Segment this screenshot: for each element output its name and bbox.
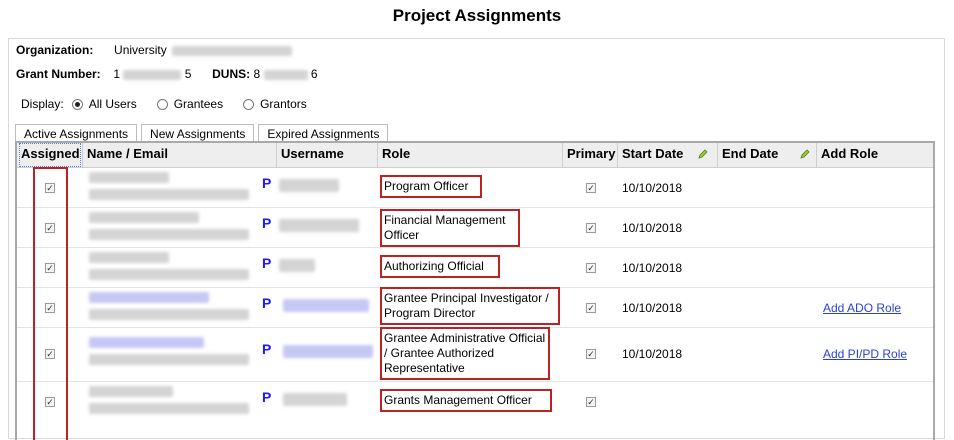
redacted-duns [263, 69, 308, 80]
header-end-date-label: End Date [722, 146, 779, 161]
grant-row: Grant Number: 1 5 DUNS: 8 6 [16, 67, 318, 81]
radio-all-users-label: All Users [88, 97, 137, 111]
header-name-email[interactable]: Name / Email [83, 143, 277, 167]
assignments-table: Assigned Name / Email Username Role Prim… [15, 141, 935, 440]
role-cell: Program Officer [380, 175, 482, 198]
display-filter: Display: All Users Grantees Grantors [21, 97, 327, 111]
organization-value: University [114, 43, 167, 57]
add-pi-pd-role-link[interactable]: Add PI/PD Role [823, 347, 907, 361]
assigned-column-highlight [33, 167, 68, 440]
grant-label: Grant Number: [16, 67, 101, 81]
duns-suffix: 6 [310, 67, 318, 81]
role-cell: Authorizing Official [380, 255, 500, 278]
redacted-username [279, 219, 359, 232]
grant-prefix: 1 [113, 67, 121, 81]
radio-grantors[interactable]: Grantors [243, 97, 307, 111]
radio-grantors-label: Grantors [260, 97, 307, 111]
redacted-username-link[interactable] [283, 345, 373, 358]
primary-indicator: P [262, 175, 272, 191]
assignment-panel: Organization: University Grant Number: 1… [8, 38, 945, 440]
redacted-email [89, 403, 249, 414]
redacted-name [89, 212, 199, 223]
redacted-email [89, 189, 249, 200]
table-row: ✓ P Authorizing Official ✓ 10/10/2018 [17, 247, 933, 288]
role-cell: Financial Management Officer [380, 209, 520, 247]
header-add-role: Add Role [821, 146, 879, 161]
display-label: Display: [21, 97, 64, 111]
redacted-name [89, 252, 169, 263]
redacted-username [279, 259, 315, 272]
organization-row: Organization: University [16, 43, 293, 57]
organization-label: Organization: [16, 43, 94, 57]
radio-grantees-circle[interactable] [156, 98, 168, 110]
start-date: 10/10/2018 [622, 181, 683, 195]
primary-checkbox[interactable]: ✓ [586, 349, 596, 359]
primary-indicator: P [262, 341, 272, 357]
redacted-name-link[interactable] [89, 292, 209, 303]
primary-checkbox[interactable]: ✓ [586, 223, 596, 233]
radio-all-users[interactable]: All Users [71, 97, 137, 111]
assigned-header-focus [19, 143, 81, 167]
redacted-name [89, 172, 169, 183]
start-date: 10/10/2018 [622, 261, 683, 275]
start-date: 10/10/2018 [622, 301, 683, 315]
page-title: Project Assignments [392, 6, 562, 25]
redacted-email [89, 354, 249, 365]
primary-checkbox[interactable]: ✓ [586, 263, 596, 273]
role-cell: Grantee Principal Investigator / Program… [380, 287, 560, 325]
radio-all-users-circle[interactable] [71, 98, 83, 110]
redacted-name [89, 386, 173, 397]
header-username[interactable]: Username [277, 143, 378, 167]
start-date: 10/10/2018 [622, 221, 683, 235]
add-ado-role-link[interactable]: Add ADO Role [823, 301, 901, 315]
primary-checkbox[interactable]: ✓ [586, 303, 596, 313]
table-row: ✓ P Grantee Administrative Official / Gr… [17, 327, 933, 382]
start-date: 10/10/2018 [622, 347, 683, 361]
redacted-username [279, 179, 339, 192]
primary-indicator: P [262, 255, 272, 271]
redacted-name-link[interactable] [89, 337, 204, 348]
table-row: ✓ P Program Officer ✓ 10/10/2018 [17, 167, 933, 208]
duns-prefix: 8 [253, 67, 261, 81]
table-header: Assigned Name / Email Username Role Prim… [17, 143, 933, 168]
radio-grantors-circle[interactable] [243, 98, 255, 110]
duns-label: DUNS: [212, 67, 251, 81]
header-start-date-label: Start Date [622, 146, 684, 161]
primary-checkbox[interactable]: ✓ [586, 183, 596, 193]
primary-checkbox[interactable]: ✓ [586, 397, 596, 407]
redacted-email [89, 229, 249, 240]
start-date-pencil-icon[interactable] [697, 148, 709, 160]
header-role[interactable]: Role [378, 143, 563, 167]
table-row: ✓ P Grantee Principal Investigator / Pro… [17, 287, 933, 328]
radio-grantees-label: Grantees [173, 97, 224, 111]
primary-indicator: P [262, 295, 272, 311]
redacted-email [89, 269, 249, 280]
redacted-email [89, 309, 249, 320]
role-cell: Grants Management Officer [380, 389, 552, 412]
redacted-username-link[interactable] [283, 299, 369, 312]
redacted-username [283, 393, 347, 406]
role-cell: Grantee Administrative Official / Grante… [380, 327, 550, 380]
header-primary[interactable]: Primary [563, 143, 618, 167]
table-row: ✓ P Financial Management Officer ✓ 10/10… [17, 207, 933, 248]
radio-grantees[interactable]: Grantees [156, 97, 224, 111]
primary-indicator: P [262, 389, 272, 405]
primary-indicator: P [262, 215, 272, 231]
grant-suffix: 5 [184, 67, 192, 81]
redacted-grant [123, 69, 182, 80]
end-date-pencil-icon[interactable] [799, 148, 811, 160]
table-row: ✓ P Grants Management Officer ✓ [17, 381, 933, 421]
redacted-organization [172, 45, 293, 56]
